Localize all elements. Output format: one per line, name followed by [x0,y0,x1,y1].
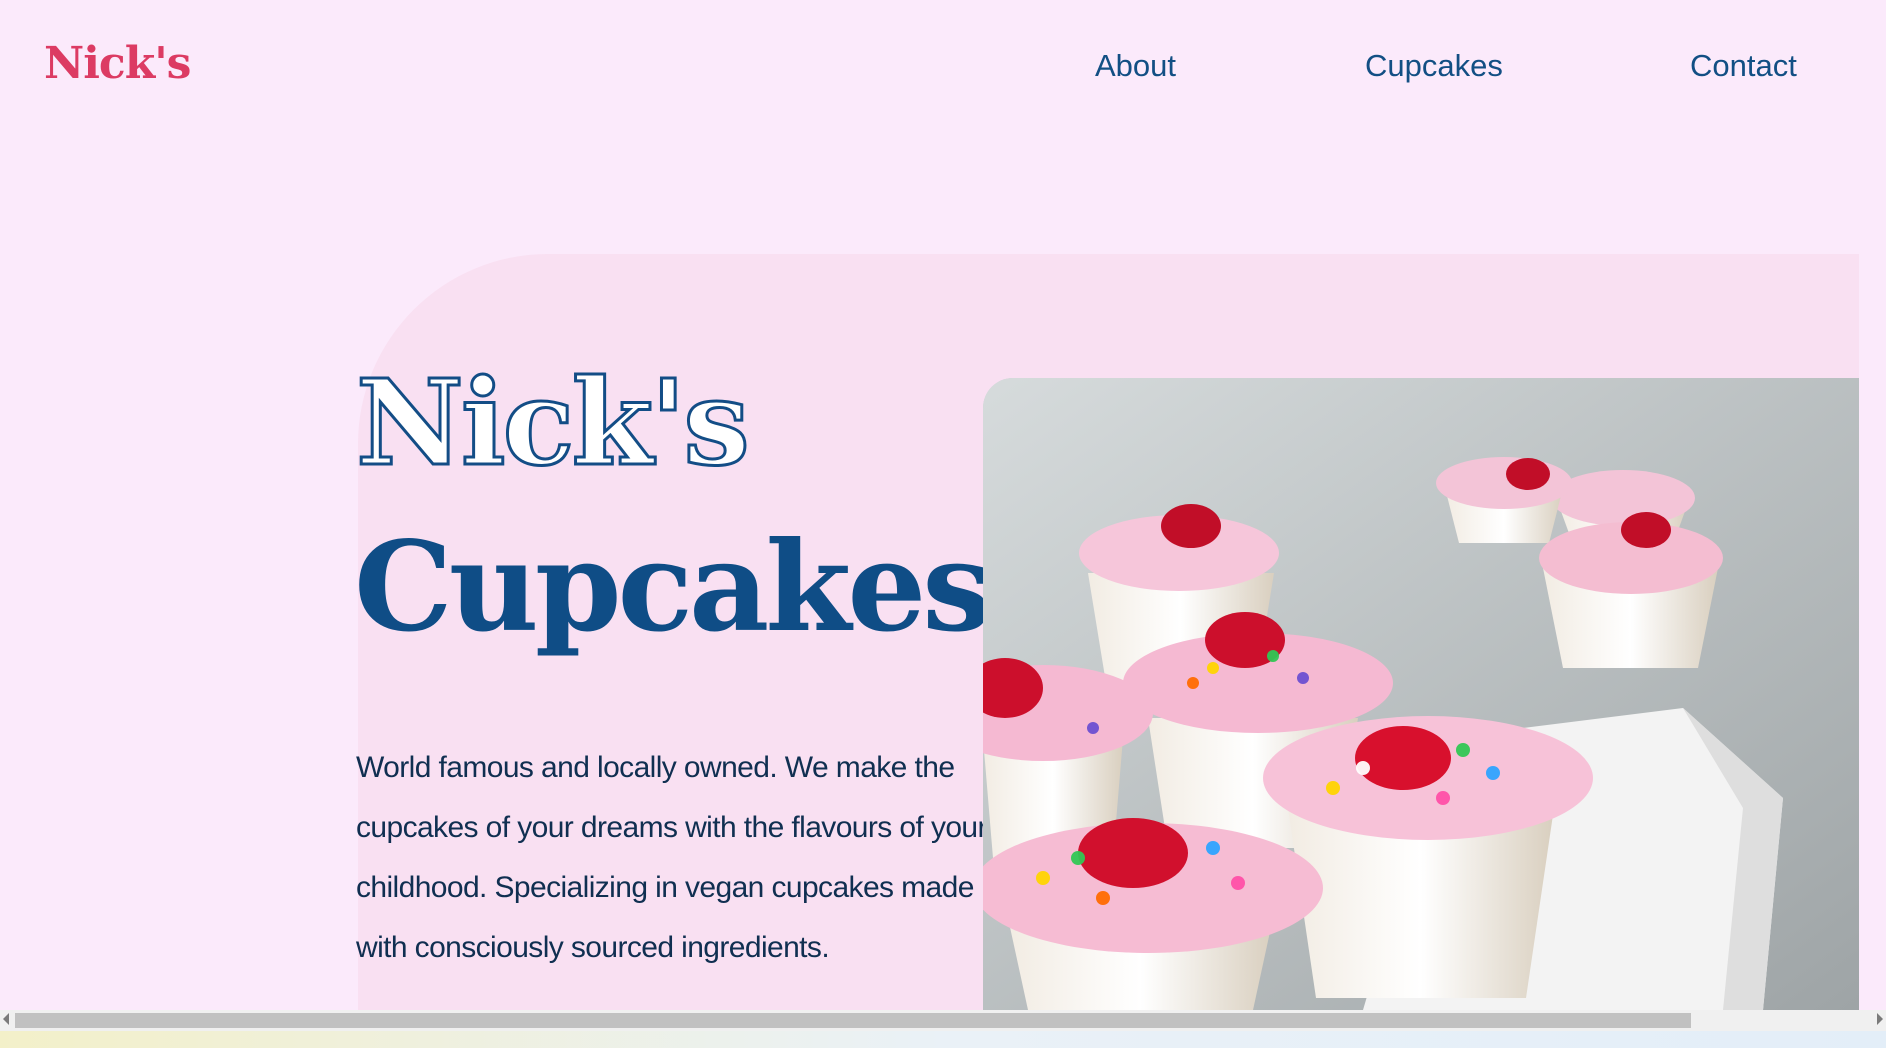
cupcake-photo-illustration [983,378,1859,1010]
scroll-left-arrow-icon[interactable] [3,1013,9,1025]
hero-cupcake-image [983,378,1859,1010]
nav-about-link[interactable]: About [1095,48,1176,84]
hero-title-nicks: Nick's [355,353,752,492]
hero-title-cupcakes: Cupcakes [354,515,992,660]
horizontal-scrollbar[interactable] [0,1010,1886,1031]
os-taskbar [0,1031,1886,1048]
cupcake-mid-right [1539,512,1723,668]
hero-description: World famous and locally owned. We make … [356,751,988,964]
nav-contact-link[interactable]: Contact [1690,48,1797,84]
nav-cupcakes-link[interactable]: Cupcakes [1365,48,1503,84]
site-logo[interactable]: Nick's [44,38,191,89]
scroll-right-arrow-icon[interactable] [1877,1013,1883,1025]
scrollbar-thumb[interactable] [15,1013,1691,1028]
